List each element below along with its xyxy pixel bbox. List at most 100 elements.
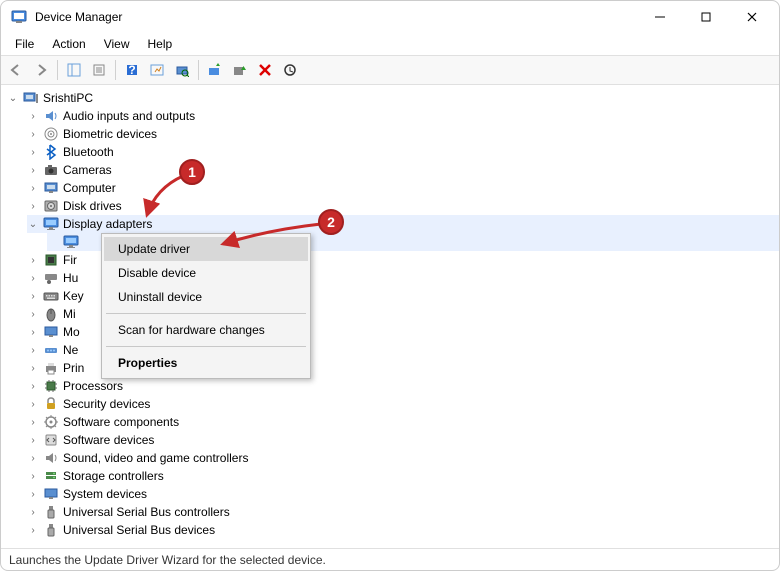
category-label: Cameras xyxy=(63,163,112,177)
window-controls xyxy=(637,2,775,32)
usb-icon xyxy=(43,504,59,520)
chevron-icon[interactable]: › xyxy=(27,164,39,176)
chevron-icon[interactable]: › xyxy=(27,362,39,374)
chevron-icon[interactable]: › xyxy=(27,254,39,266)
category-node[interactable]: › Computer xyxy=(27,179,779,197)
category-node[interactable]: › System devices xyxy=(27,485,779,503)
toolbar-separator xyxy=(198,60,199,80)
category-label: Hu xyxy=(63,271,78,285)
device-tree[interactable]: ⌄ SrishtiPC › Audio inputs and outputs › Biom… xyxy=(1,85,779,548)
disable-device-button[interactable] xyxy=(279,59,301,81)
system-icon xyxy=(43,486,59,502)
chevron-icon[interactable]: › xyxy=(27,272,39,284)
context-menu-item[interactable]: Update driver xyxy=(104,237,308,261)
chevron-icon[interactable]: › xyxy=(27,470,39,482)
category-label: Universal Serial Bus devices xyxy=(63,523,215,537)
category-label: Display adapters xyxy=(63,217,152,231)
category-node[interactable]: › Biometric devices xyxy=(27,125,779,143)
close-button[interactable] xyxy=(729,2,775,32)
action-button[interactable] xyxy=(146,59,168,81)
category-label: Mi xyxy=(63,307,76,321)
category-node[interactable]: ›Bluetooth xyxy=(27,143,779,161)
camera-icon xyxy=(43,162,59,178)
category-node[interactable]: ›Sound, video and game controllers xyxy=(27,449,779,467)
category-node[interactable]: ›Software devices xyxy=(27,431,779,449)
chevron-icon[interactable]: › xyxy=(27,200,39,212)
app-icon xyxy=(11,9,27,25)
chevron-icon[interactable]: › xyxy=(27,290,39,302)
chevron-icon[interactable]: › xyxy=(27,434,39,446)
chevron-icon[interactable]: › xyxy=(27,524,39,536)
category-node[interactable]: › Disk drives xyxy=(27,197,779,215)
svg-text:?: ? xyxy=(128,63,135,77)
root-node[interactable]: ⌄ SrishtiPC xyxy=(7,89,779,107)
cpu-icon xyxy=(43,378,59,394)
minimize-button[interactable] xyxy=(637,2,683,32)
category-node[interactable]: › Cameras xyxy=(27,161,779,179)
category-node[interactable]: › Storage controllers xyxy=(27,467,779,485)
update-driver-button[interactable] xyxy=(204,59,226,81)
category-label: Disk drives xyxy=(63,199,122,213)
chevron-icon[interactable]: › xyxy=(27,506,39,518)
category-node[interactable]: ›Processors xyxy=(27,377,779,395)
biometric-icon xyxy=(43,126,59,142)
toolbar: ? xyxy=(1,55,779,85)
category-label: Mo xyxy=(63,325,80,339)
back-button[interactable] xyxy=(5,59,27,81)
chevron-icon[interactable]: › xyxy=(27,308,39,320)
context-menu-item[interactable]: Scan for hardware changes xyxy=(104,318,308,342)
monitor-icon xyxy=(43,324,59,340)
chevron-icon[interactable]: › xyxy=(27,326,39,338)
printqueue-icon xyxy=(43,360,59,376)
show-hide-tree-button[interactable] xyxy=(63,59,85,81)
category-label: System devices xyxy=(63,487,147,501)
category-label: Biometric devices xyxy=(63,127,157,141)
security-icon xyxy=(43,396,59,412)
chevron-icon[interactable]: › xyxy=(27,398,39,410)
context-menu-separator xyxy=(106,313,306,314)
chevron-icon[interactable]: › xyxy=(27,344,39,356)
properties-button[interactable] xyxy=(88,59,110,81)
category-node[interactable]: › Audio inputs and outputs xyxy=(27,107,779,125)
category-label: Storage controllers xyxy=(63,469,164,483)
chevron-icon[interactable]: › xyxy=(27,110,39,122)
hid-icon xyxy=(43,270,59,286)
menu-help[interactable]: Help xyxy=(140,35,181,53)
chevron-icon[interactable]: › xyxy=(27,416,39,428)
chevron-icon[interactable]: › xyxy=(27,146,39,158)
maximize-button[interactable] xyxy=(683,2,729,32)
chevron-icon[interactable]: ⌄ xyxy=(27,218,39,230)
context-menu-item[interactable]: Disable device xyxy=(104,261,308,285)
sound-icon xyxy=(43,450,59,466)
display-icon xyxy=(43,216,59,232)
forward-button[interactable] xyxy=(30,59,52,81)
root-label: SrishtiPC xyxy=(43,91,93,105)
uninstall-device-button[interactable] xyxy=(254,59,276,81)
chevron-icon[interactable]: › xyxy=(27,380,39,392)
context-menu-item[interactable]: Properties xyxy=(104,351,308,375)
chevron-icon[interactable]: › xyxy=(27,182,39,194)
menu-view[interactable]: View xyxy=(96,35,138,53)
context-menu-item[interactable]: Uninstall device xyxy=(104,285,308,309)
help-button[interactable]: ? xyxy=(121,59,143,81)
scan-hardware-button[interactable] xyxy=(171,59,193,81)
enable-device-button[interactable] xyxy=(229,59,251,81)
menu-action[interactable]: Action xyxy=(44,35,93,53)
chevron-icon[interactable]: › xyxy=(27,452,39,464)
menu-file[interactable]: File xyxy=(7,35,42,53)
category-label: Computer xyxy=(63,181,116,195)
toolbar-separator xyxy=(57,60,58,80)
category-node[interactable]: › Universal Serial Bus devices xyxy=(27,521,779,539)
category-node[interactable]: ⌄ Display adapters xyxy=(27,215,779,233)
mouse-icon xyxy=(43,306,59,322)
category-node[interactable]: ›Security devices xyxy=(27,395,779,413)
category-label: Audio inputs and outputs xyxy=(63,109,195,123)
status-text: Launches the Update Driver Wizard for th… xyxy=(9,553,326,567)
chevron-down-icon[interactable]: ⌄ xyxy=(7,92,19,104)
chevron-icon[interactable]: › xyxy=(27,128,39,140)
keyboard-icon xyxy=(43,288,59,304)
chevron-icon[interactable]: › xyxy=(27,488,39,500)
category-node[interactable]: ›Universal Serial Bus controllers xyxy=(27,503,779,521)
category-label: Fir xyxy=(63,253,77,267)
category-node[interactable]: ›Software components xyxy=(27,413,779,431)
